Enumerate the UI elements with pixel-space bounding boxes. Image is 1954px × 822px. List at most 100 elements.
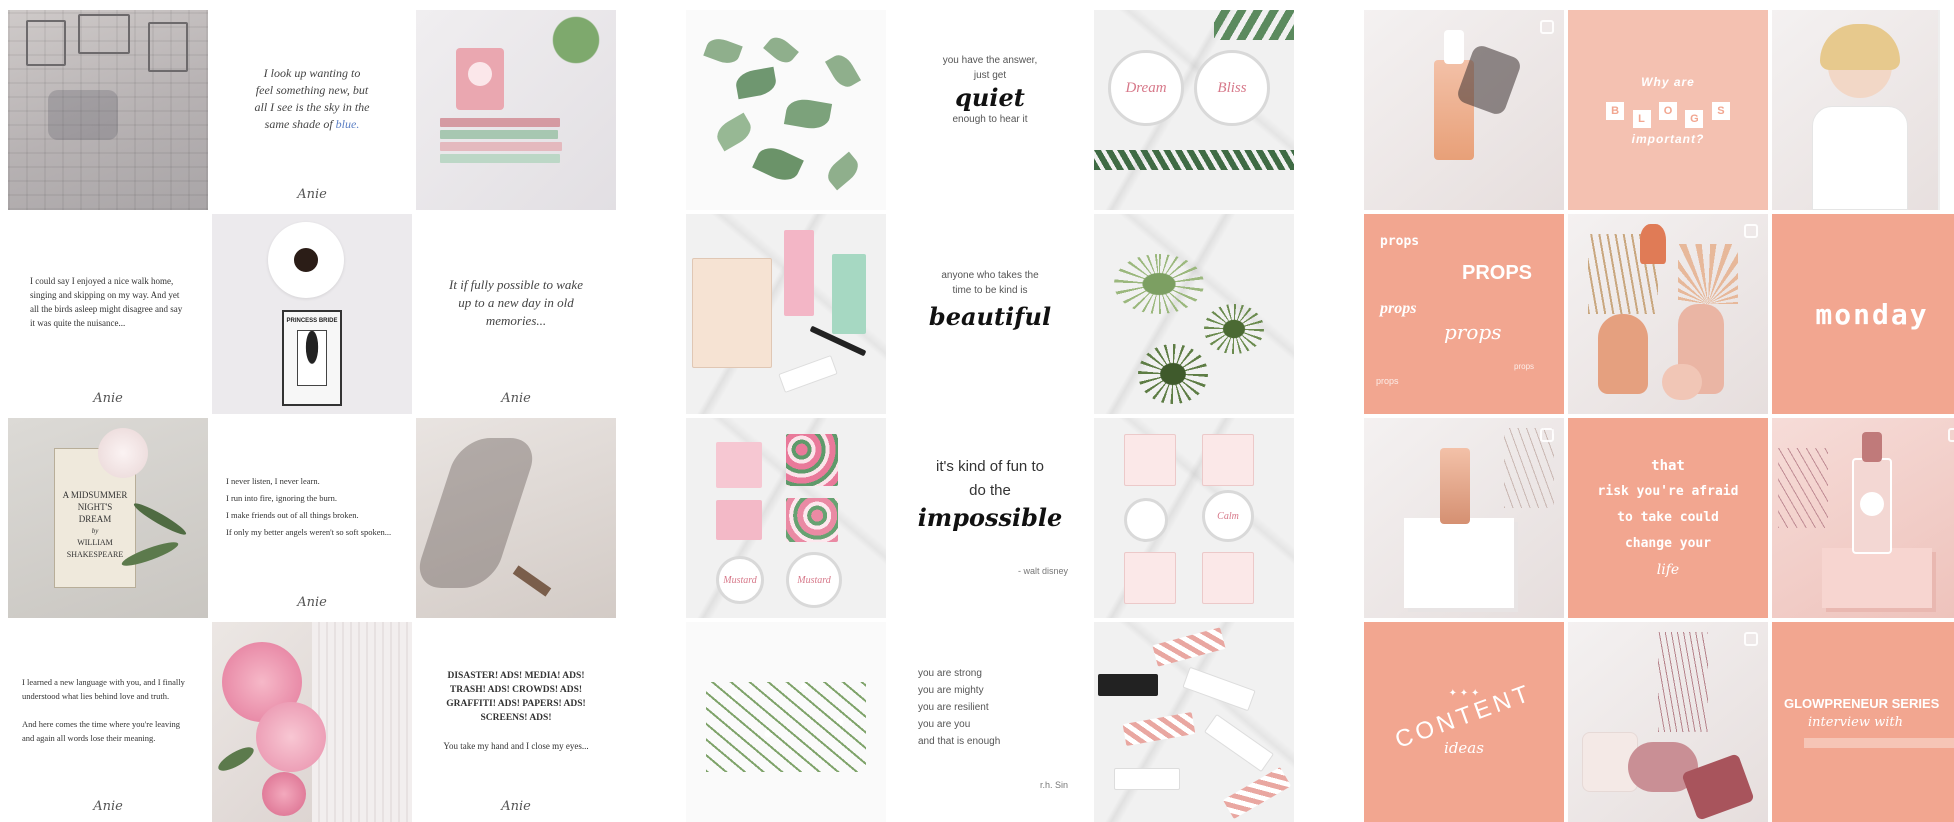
photo-tins[interactable]: Calm [1094,418,1294,618]
photo-wildflowers[interactable] [686,622,886,822]
box-shape [786,434,838,486]
quote-emphasis: quiet [955,83,1025,112]
book-illustration [297,330,327,386]
dried-flower-shape [1778,448,1828,528]
air-plant-shape [1138,344,1208,404]
book-author: WILLIAM [77,538,113,547]
chair-shape [26,20,66,66]
multi-post-icon [1744,632,1758,646]
leaf-shape [703,34,743,68]
quote-tile-walk[interactable]: I could say I enjoyed a nice walk home, … [8,214,208,414]
book-shape [440,154,560,163]
quote-tile-blue[interactable]: I look up wanting to feel something new,… [212,10,412,210]
box-shape [1124,552,1176,604]
quote-paragraph: I learned a new language with you, and I… [22,677,185,701]
photo-portrait[interactable] [1772,10,1954,210]
box-shape [1202,434,1254,486]
leaf-shape [822,151,864,191]
photo-pink-bottle[interactable] [1772,418,1954,618]
multi-post-icon [1948,428,1954,442]
photo-peonies[interactable] [212,622,412,822]
quote-line: I never listen, I never learn. [226,476,320,486]
quote-tile-disaster[interactable]: DISASTER! ADS! MEDIA! ADS! TRASH! ADS! C… [416,622,616,822]
quote-line: You take my hand and I close my eyes... [443,741,589,751]
post-risk[interactable]: that risk you're afraid to take could ch… [1568,418,1768,618]
quote-tile-never-listen[interactable]: I never listen, I never learn. I run int… [212,418,412,618]
vase-shape [1662,364,1702,400]
label-shape [1860,492,1884,516]
post-line: risk you're afraid [1597,484,1739,499]
tin-shape [1124,498,1168,542]
coffee-shape [290,244,322,276]
leaf-shape [783,96,833,132]
dried-flower-shape [1658,632,1708,732]
air-plant-shape [1204,304,1264,354]
photo-jars-dream-bliss[interactable]: Dream Bliss [1094,10,1294,210]
quote-line: If only my better angels weren't so soft… [226,527,392,537]
post-glowpreneur[interactable]: GLOWPRENEUR SERIES interview with [1772,622,1954,822]
photo-eucalyptus[interactable] [686,10,886,210]
photo-floral-boxes[interactable]: Mustard Mustard [686,418,886,618]
box-shape [1122,712,1196,746]
post-word: props [1514,362,1535,371]
post-word: PROPS [1462,262,1533,284]
photo-shadow[interactable] [416,418,616,618]
photo-coffee-book[interactable]: PRINCESS BRIDE [212,214,412,414]
block-shape [1822,548,1932,608]
jar-label: Dream [1108,50,1184,126]
quote-tile-new-day[interactable]: It if fully possible to wake up to a new… [416,214,616,414]
box-shape [832,254,866,334]
quote-line: time to be kind is [952,284,1028,296]
stick-shape [512,565,552,597]
post-title: monday [1815,297,1929,331]
air-plant-shape [1114,254,1204,314]
multi-post-icon [1540,428,1554,442]
post-subtitle: ideas [1444,738,1484,757]
photo-midsummer-book[interactable]: A MIDSUMMER NIGHT'S DREAM by WILLIAM SHA… [8,418,208,618]
photo-cafe-chairs[interactable] [8,10,208,210]
quote-tile-quiet[interactable]: you have the answer, just get quiet enou… [890,10,1090,210]
photo-vases[interactable] [1568,214,1768,414]
shadow-shape [416,438,541,588]
quote-tile-language[interactable]: I learned a new language with you, and I… [8,622,208,822]
post-monday[interactable]: monday [1772,214,1954,414]
box-shape [1152,627,1226,667]
quote-line: just get [973,70,1007,81]
post-why-blogs[interactable]: Why are B L O G S important? [1568,10,1768,210]
quote-tile-beautiful[interactable]: anyone who takes the time to be kind is … [890,214,1090,414]
quote-tile-strong[interactable]: you are strong you are mighty you are re… [890,622,1090,822]
box-shape [1182,666,1256,712]
plant-shape [536,10,616,80]
leaf-shape [752,142,804,186]
peony-shape [262,772,306,816]
quote-text: I could say I enjoyed a nice walk home, … [30,276,183,328]
photo-gift-boxes[interactable] [686,214,886,414]
multi-post-icon [1744,224,1758,238]
spray-top-shape [1862,432,1882,462]
leaf-shape [824,50,862,92]
quote-line: it's kind of fun to [936,457,1044,475]
photo-serum-bottle[interactable] [1364,10,1564,210]
shadow-shape [48,90,118,140]
quote-tile-impossible[interactable]: it's kind of fun to do the impossible - … [890,418,1090,618]
post-word: props [1444,320,1502,344]
photo-air-plants[interactable] [1094,214,1294,414]
post-content-ideas[interactable]: ✦ ✦ ✦ CONTENT ideas [1364,622,1564,822]
quote-paragraph: And here comes the time where you're lea… [22,719,181,743]
photo-candles-flowers[interactable] [1568,622,1768,822]
letter-tile: B [1606,101,1625,120]
signature: Anie [93,799,123,814]
post-props[interactable]: props PROPS props props props props [1364,214,1564,414]
quote-emphasis: impossible [917,502,1063,532]
quote-line: you are resilient [918,701,989,713]
vase-shape [1598,314,1648,394]
photo-candle-books[interactable] [416,10,616,210]
feed-grid-candles: you have the answer, just get quiet enou… [686,10,1294,822]
signature: Anie [297,595,327,610]
candle-label [468,62,492,86]
book-by: by [91,527,99,535]
photo-lip-balms[interactable] [1094,622,1294,822]
book-cover: PRINCESS BRIDE [282,310,342,406]
photo-bottle-block[interactable] [1364,418,1564,618]
post-line: to take could [1617,510,1719,525]
